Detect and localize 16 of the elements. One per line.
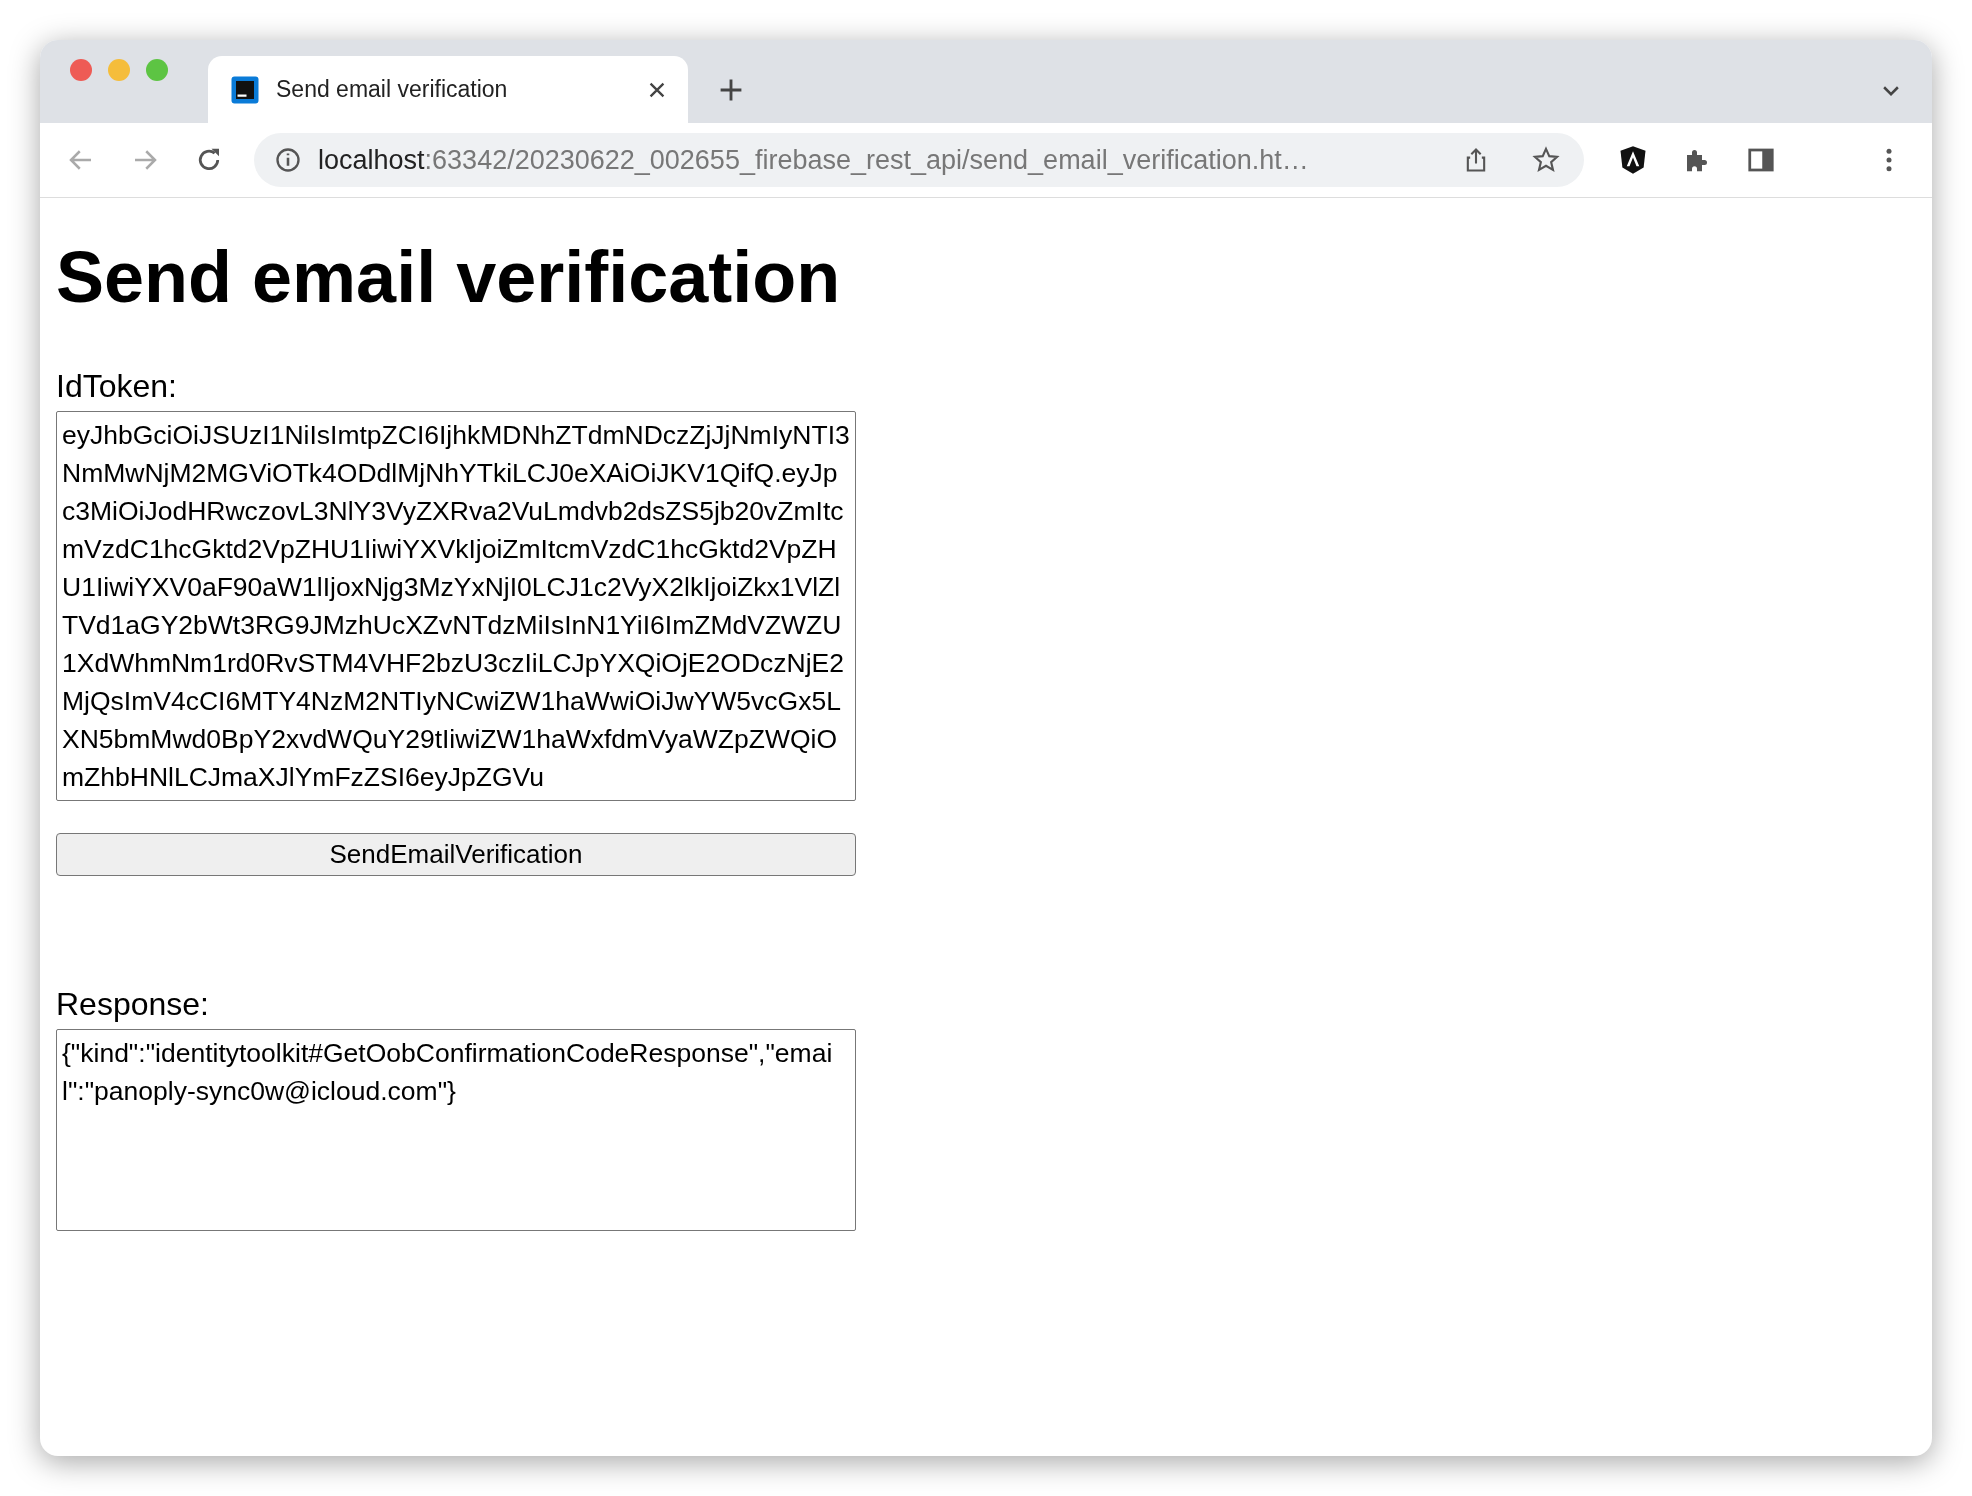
close-icon[interactable] xyxy=(648,80,666,99)
shield-icon[interactable] xyxy=(1618,145,1648,175)
info-icon[interactable] xyxy=(274,146,302,174)
browser-tab[interactable]: Send email verification xyxy=(208,56,688,123)
tab-title: Send email verification xyxy=(276,76,509,103)
token-text-area[interactable]: eyJhbGciOiJSUzI1NiIsImtpZCI6IjhkMDNhZTdmNDczZjJjNmIyNTI3NmMwNjM2MGViOTk4ODdlMjNhYTkiLCJ0eXAiOiJKV1QifQ.eyJpc3MiOiJodHRwczovL3NlY3VyZXRva2VuLmdvb2dsZS5jb20vZmItcmVzdC1hcGktd2VpZHU1IiwiYXVkIjoiZmItcmVzdC1hcGktd2VpZHU1IiwiYXV0aF90aW1lIjoxNjg3MzYxNjI0LCJ1c2VyX2lkIjoiZkx1VlZlTVd1aGY2bWt3RG9JMzhUcXZvNTdzMiIsInN1YiI6ImZMdVZWZU1XdWhmNm1rd0RvSTM4VHF2bzU3czIiLCJpYXQiOjE2ODczNjE2MjQsImV4cCI6MTY4NzM2NTIyNCwiZW1haWwiOiJwYW5vcGx5LXN5bmMwd0BpY2xvdWQuY29tIiwiZW1haWxfdmVyaWZpZWQiOmZhbHNlLCJmaXJlYmFzZSI6eyJpZGVu xyxy=(56,411,856,801)
response-text-area[interactable]: {"kind":"identitytoolkit#GetOobConfirmationCodeResponse","email":"panoply-sync0w@icloud.com"} xyxy=(56,1029,856,1231)
field-label: Response: xyxy=(56,986,210,1023)
field-label: IdToken: xyxy=(56,368,178,405)
app-icon xyxy=(230,74,260,105)
address-bar[interactable]: localhost:63342/20230622_002655_firebase_rest_api/send_email_verification.ht… xyxy=(254,133,1584,187)
send-button[interactable]: SendEmailVerification xyxy=(56,833,856,876)
star-icon[interactable] xyxy=(1532,146,1560,174)
page-heading: Send email verification xyxy=(56,236,842,318)
url-text: localhost:63342/20230622_002655_firebase_rest_api/send_email_verification.ht… xyxy=(318,144,1310,176)
new-tab-icon[interactable] xyxy=(718,77,744,103)
